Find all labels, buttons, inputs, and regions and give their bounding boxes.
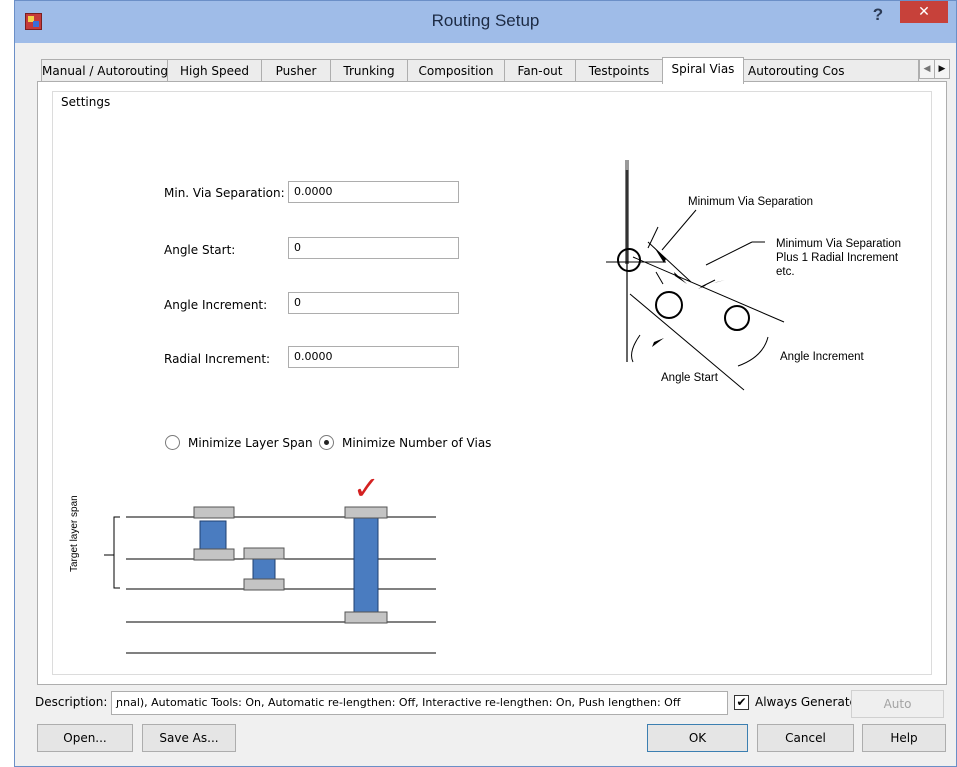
- layer-span-diagram: Target layer span ✓: [69, 469, 436, 654]
- tab-composition[interactable]: Composition: [407, 59, 505, 83]
- min-via-separation-label: Min. Via Separation:: [164, 186, 285, 200]
- close-button[interactable]: ✕: [900, 1, 948, 23]
- angle-increment-label: Angle Increment:: [164, 298, 268, 312]
- minimize-number-of-vias-radio[interactable]: [319, 435, 334, 450]
- min-via-separation-input[interactable]: 0.0000: [288, 181, 459, 203]
- tab-autorouting-costs[interactable]: Autorouting Cos: [743, 59, 919, 83]
- auto-button[interactable]: Auto: [851, 690, 944, 718]
- spiral-vias-panel: Settings Min. Via Separation: 0.0000 Ang…: [37, 81, 947, 685]
- title-bar: Routing Setup ? ✕: [15, 1, 956, 43]
- tab-scroll-right-icon[interactable]: ▶: [934, 59, 950, 79]
- tab-fan-out[interactable]: Fan-out: [504, 59, 576, 83]
- cancel-button[interactable]: Cancel: [757, 724, 854, 752]
- checkmark-icon: ✓: [353, 469, 380, 507]
- label-plus-radial-increment: Plus 1 Radial Increment: [776, 252, 899, 264]
- label-angle-start: Angle Start: [661, 372, 719, 384]
- window-title: Routing Setup: [431, 11, 540, 30]
- tab-manual-autorouting[interactable]: Manual / Autorouting: [41, 59, 168, 83]
- always-generate-checkbox[interactable]: ✔: [734, 695, 749, 710]
- target-layer-span-label: Target layer span: [69, 495, 80, 572]
- tab-pusher[interactable]: Pusher: [261, 59, 331, 83]
- ok-button[interactable]: OK: [647, 724, 748, 752]
- always-generate-label: Always Generate: [755, 695, 857, 709]
- label-minimum-via-separation: Minimum Via Separation: [688, 196, 813, 208]
- description-field[interactable]: ɲnal), Automatic Tools: On, Automatic re…: [111, 691, 728, 715]
- radial-increment-input[interactable]: 0.0000: [288, 346, 459, 368]
- angle-start-label: Angle Start:: [164, 243, 236, 257]
- label-angle-increment: Angle Increment: [780, 351, 865, 363]
- angle-start-input[interactable]: 0: [288, 237, 459, 259]
- tab-high-speed[interactable]: High Speed: [167, 59, 262, 83]
- label-min-sep-plus-1: Minimum Via Separation: [776, 238, 901, 250]
- tab-testpoints[interactable]: Testpoints: [575, 59, 663, 83]
- minimize-layer-span-label: Minimize Layer Span: [188, 436, 313, 450]
- save-as-button[interactable]: Save As...: [142, 724, 236, 752]
- settings-group-label: Settings: [58, 95, 114, 109]
- tab-scroll-left-icon[interactable]: ◀: [919, 59, 935, 79]
- angle-increment-input[interactable]: 0: [288, 292, 459, 314]
- tab-spiral-vias[interactable]: Spiral Vias: [662, 57, 744, 84]
- minimize-number-of-vias-label: Minimize Number of Vias: [342, 436, 492, 450]
- description-label: Description:: [35, 695, 108, 709]
- help-icon[interactable]: ?: [867, 5, 889, 27]
- help-button[interactable]: Help: [862, 724, 946, 752]
- label-etc: etc.: [776, 266, 795, 278]
- routing-setup-dialog: Routing Setup ? ✕ Manual / Autorouting H…: [14, 0, 957, 767]
- tab-trunking[interactable]: Trunking: [330, 59, 408, 83]
- minimize-layer-span-radio[interactable]: [165, 435, 180, 450]
- spiral-via-diagram: Minimum Via Separation Minimum Via Separ…: [606, 160, 901, 391]
- open-button[interactable]: Open...: [37, 724, 133, 752]
- radial-increment-label: Radial Increment:: [164, 352, 271, 366]
- tab-strip: Manual / Autorouting High Speed Pusher T…: [41, 57, 950, 84]
